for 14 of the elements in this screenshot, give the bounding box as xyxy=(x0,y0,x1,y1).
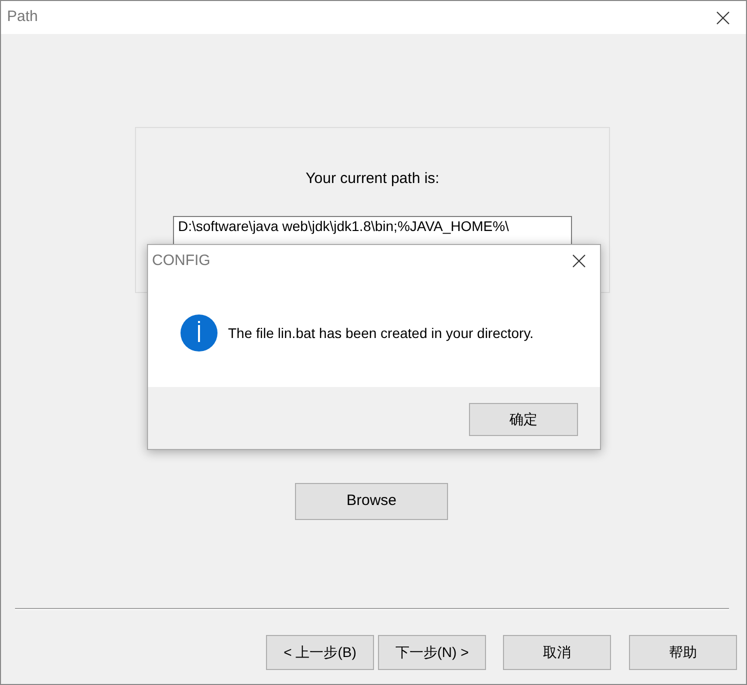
path-label: Your current path is: xyxy=(306,169,440,189)
dialog-message: The file lin.bat has been created in your directory. xyxy=(228,324,534,343)
window-title: Path xyxy=(7,7,38,28)
close-icon[interactable] xyxy=(572,254,586,268)
wizard-button[interactable]: < 上一步(B) xyxy=(266,635,374,670)
close-icon[interactable] xyxy=(716,10,730,24)
dialog-title: CONFIG xyxy=(152,250,210,271)
path-field[interactable]: D:\software\java web\jdk\jdk1.8\bin;%JAVA_HOME%\ xyxy=(173,216,572,246)
wizard-button[interactable]: 取消 xyxy=(503,635,611,670)
wizard-button[interactable]: 帮助 xyxy=(629,635,737,670)
wizard-button[interactable]: 下一步(N) > xyxy=(378,635,486,670)
ok-button[interactable]: 确定 xyxy=(469,403,578,436)
browse-button[interactable]: Browse xyxy=(295,483,448,520)
info-icon xyxy=(180,314,218,352)
